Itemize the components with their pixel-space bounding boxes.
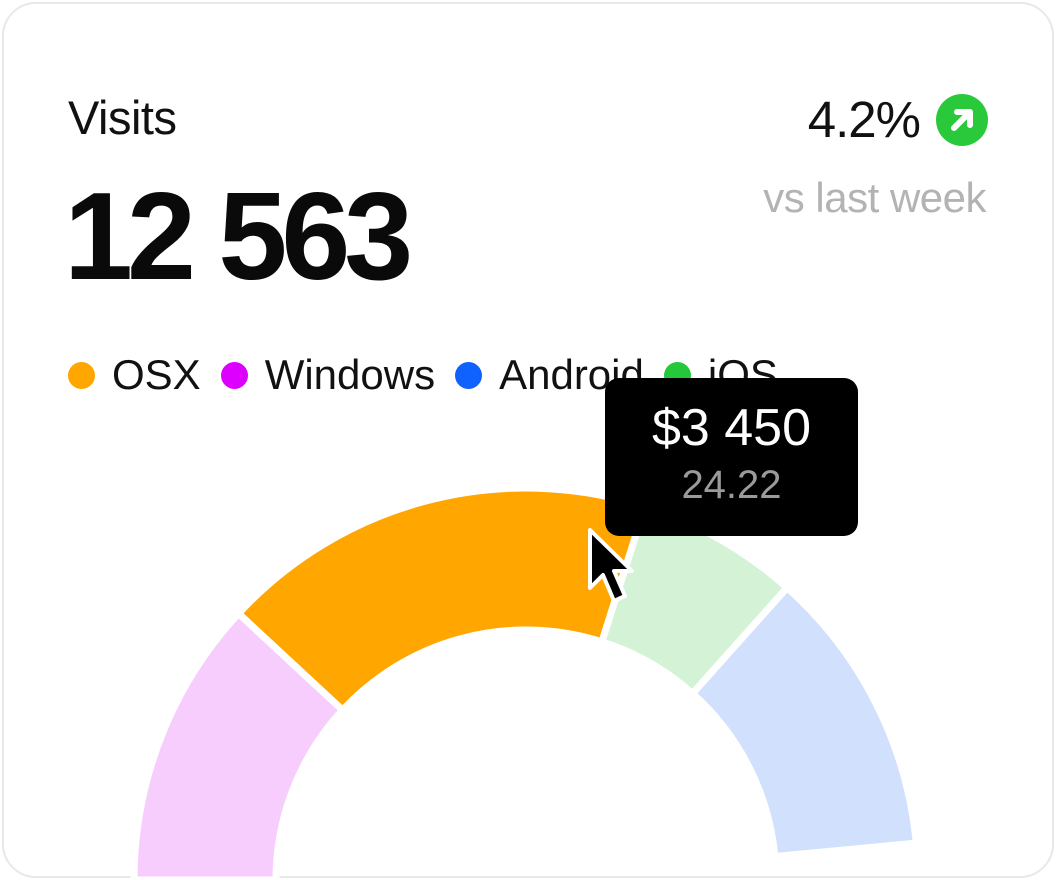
mouse-pointer-icon [587, 527, 643, 614]
tooltip-value: $3 450 [651, 399, 812, 457]
chart-tooltip: $3 450 24.22 [605, 378, 858, 536]
donut-chart [130, 484, 920, 880]
tooltip-subvalue: 24.22 [681, 463, 782, 508]
